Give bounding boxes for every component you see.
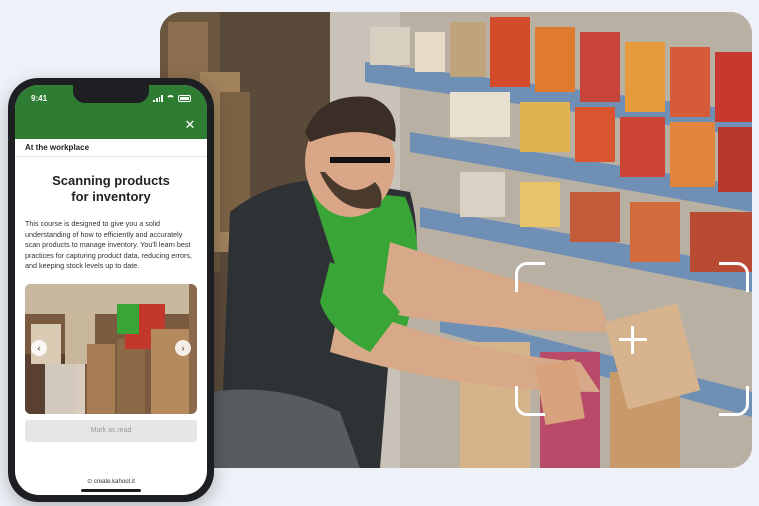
footer-url[interactable]: ⊙ create.kahoot.it: [15, 478, 207, 485]
section-label: At the workplace: [15, 139, 207, 157]
phone-notch: [73, 85, 149, 103]
mark-as-read-button[interactable]: Mark as read: [25, 419, 197, 442]
wifi-icon: [166, 94, 175, 102]
crosshair-icon: [619, 326, 647, 354]
home-indicator: [81, 489, 141, 492]
chevron-left-icon[interactable]: ‹: [31, 339, 47, 356]
scan-corner-top-right: [719, 262, 749, 292]
course-title-line-2: for inventory: [71, 189, 151, 204]
scan-corner-bottom-right: [719, 386, 749, 416]
scan-frame-overlay: [515, 262, 749, 416]
course-image-carousel: ‹ ›: [25, 283, 197, 414]
status-icons: [153, 94, 191, 102]
course-image: [25, 283, 189, 414]
close-icon[interactable]: ✕: [183, 118, 197, 132]
battery-icon: [178, 94, 191, 102]
course-description: This course is designed to give you a so…: [25, 219, 192, 270]
scan-corner-top-left: [515, 262, 545, 292]
app-header: ✕: [15, 111, 207, 139]
phone-mockup: 9:41 ✕ At the workplace Scanning product…: [8, 78, 214, 502]
scan-corner-bottom-left: [515, 386, 545, 416]
status-time: 9:41: [31, 93, 48, 103]
course-title-line-1: Scanning products: [52, 173, 170, 188]
signal-icon: [153, 94, 163, 102]
course-title: Scanning products for inventory: [15, 157, 207, 219]
phone-screen: 9:41 ✕ At the workplace Scanning product…: [15, 85, 207, 495]
chevron-right-icon[interactable]: ›: [175, 339, 191, 356]
